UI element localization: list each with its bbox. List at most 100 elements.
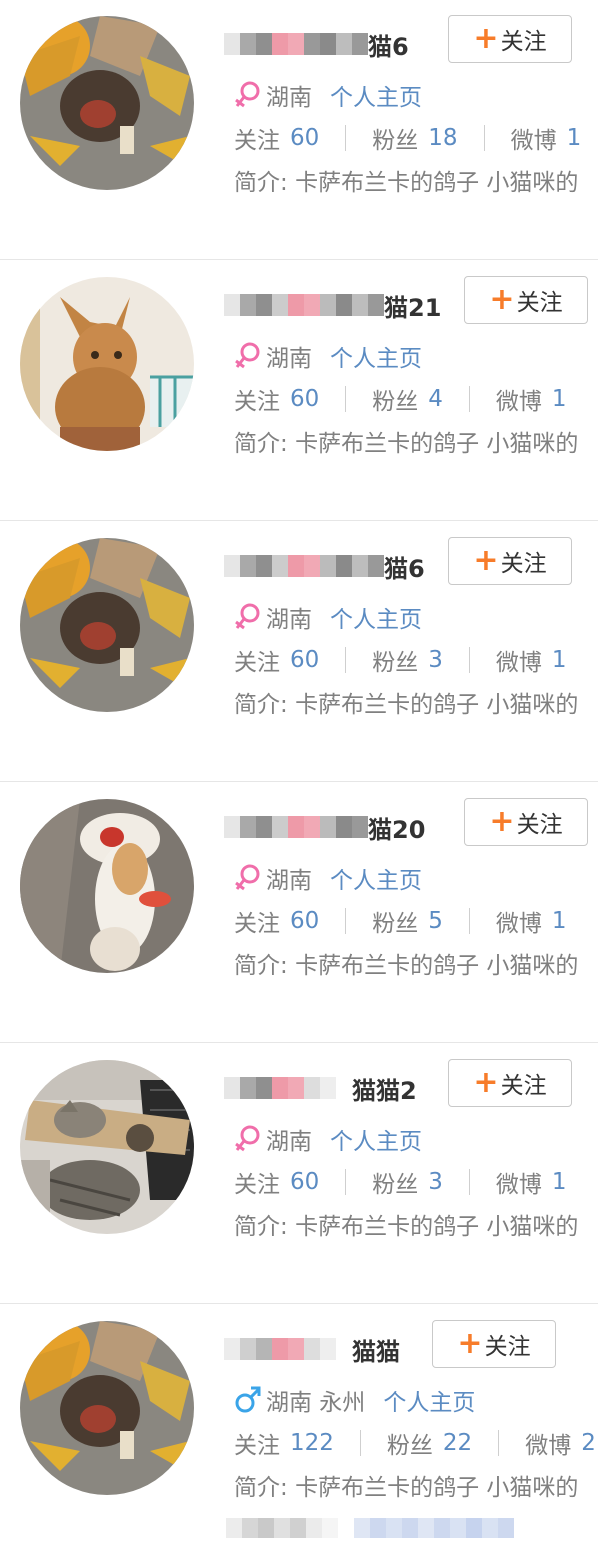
follow-button[interactable]: + 关注 — [448, 537, 572, 585]
weibo-count[interactable]: 2 — [581, 1430, 596, 1456]
stats-row: 关注 60 粉丝 18 微博 1 — [234, 121, 598, 155]
divider — [468, 647, 470, 673]
bio: 简介: 卡萨布兰卡的鸽子 小猫咪的 — [234, 1471, 598, 1505]
followers-count[interactable]: 4 — [428, 386, 443, 412]
follow-button[interactable]: + 关注 — [464, 798, 588, 846]
username[interactable]: 猫21 — [224, 285, 441, 325]
weibo-label: 微博 — [510, 128, 557, 154]
divider — [498, 1430, 500, 1456]
weibo-count[interactable]: 1 — [552, 386, 567, 412]
user-card: 猫猫2 + 关注 湖南 个人主页 关注 60 粉丝 3 微博 1 简介: 卡萨布… — [0, 1044, 598, 1304]
female-icon — [235, 603, 260, 630]
avatar[interactable] — [20, 1321, 194, 1495]
username[interactable]: 猫20 — [224, 807, 425, 847]
location-row: 湖南 个人主页 — [234, 1122, 422, 1156]
username-text: 猫猫2 — [352, 1076, 417, 1105]
avatar[interactable] — [20, 799, 194, 973]
location-row: 湖南 个人主页 — [234, 78, 422, 112]
followers-count[interactable]: 5 — [428, 908, 443, 934]
location: 湖南 — [266, 1129, 312, 1155]
female-icon — [235, 81, 260, 108]
homepage-link[interactable]: 个人主页 — [330, 339, 422, 373]
location-row: 湖南 个人主页 — [234, 861, 422, 895]
divider — [345, 1169, 347, 1195]
homepage-link[interactable]: 个人主页 — [330, 1122, 422, 1156]
weibo-label: 微博 — [495, 1172, 542, 1198]
location: 湖南 — [266, 607, 312, 633]
bio-label: 简介: — [234, 953, 288, 979]
stats-row: 关注 60 粉丝 3 微博 1 — [234, 1165, 598, 1199]
following-count[interactable]: 60 — [290, 386, 319, 412]
bio-text: 卡萨布兰卡的鸽子 小猫咪的 — [295, 170, 579, 196]
male-icon — [235, 1386, 261, 1413]
following-count[interactable]: 60 — [290, 1169, 319, 1195]
following-count[interactable]: 60 — [290, 647, 319, 673]
divider — [468, 1169, 470, 1195]
name-blur — [224, 816, 368, 838]
plus-icon: + — [457, 1326, 483, 1361]
followers-count[interactable]: 18 — [428, 125, 457, 151]
weibo-label: 微博 — [525, 1433, 572, 1459]
divider — [345, 125, 347, 151]
name-blur — [224, 294, 384, 316]
divider — [483, 125, 485, 151]
following-count[interactable]: 122 — [290, 1430, 334, 1456]
user-card: 猫20 + 关注 湖南 个人主页 关注 60 粉丝 5 微博 1 简介: 卡萨布… — [0, 783, 598, 1043]
following-count[interactable]: 60 — [290, 908, 319, 934]
followers-count[interactable]: 3 — [428, 647, 443, 673]
username-text: 猫6 — [384, 554, 425, 583]
follow-button[interactable]: + 关注 — [464, 276, 588, 324]
username[interactable]: 猫6 — [224, 546, 425, 586]
divider — [468, 386, 470, 412]
user-card: 猫6 + 关注 湖南 个人主页 关注 60 粉丝 18 微博 1 简介: 卡萨布… — [0, 0, 598, 260]
bio: 简介: 卡萨布兰卡的鸽子 小猫咪的 — [234, 1210, 598, 1244]
bio-label: 简介: — [234, 431, 288, 457]
bio: 简介: 卡萨布兰卡的鸽子 小猫咪的 — [234, 166, 598, 200]
female-icon — [235, 864, 260, 891]
follow-button[interactable]: + 关注 — [448, 1059, 572, 1107]
avatar[interactable] — [20, 1060, 194, 1234]
homepage-link[interactable]: 个人主页 — [330, 600, 422, 634]
divider — [345, 647, 347, 673]
homepage-link[interactable]: 个人主页 — [330, 861, 422, 895]
stats-row: 关注 122 粉丝 22 微博 2 — [234, 1426, 598, 1460]
following-label: 关注 — [234, 128, 280, 154]
stats-row: 关注 60 粉丝 5 微博 1 — [234, 904, 598, 938]
bio: 简介: 卡萨布兰卡的鸽子 小猫咪的 — [234, 949, 598, 983]
bio-text: 卡萨布兰卡的鸽子 小猫咪的 — [295, 953, 579, 979]
following-label: 关注 — [234, 1433, 280, 1459]
avatar[interactable] — [20, 277, 194, 451]
location-row: 湖南 个人主页 — [234, 600, 422, 634]
bio-text: 卡萨布兰卡的鸽子 小猫咪的 — [295, 1475, 579, 1501]
username[interactable]: 猫猫 — [224, 1329, 400, 1369]
weibo-label: 微博 — [495, 911, 542, 937]
username-text: 猫猫 — [352, 1337, 400, 1366]
follow-button[interactable]: + 关注 — [432, 1320, 556, 1368]
username[interactable]: 猫猫2 — [224, 1068, 417, 1108]
bio-label: 简介: — [234, 692, 288, 718]
female-icon — [235, 1125, 260, 1152]
weibo-count[interactable]: 1 — [567, 125, 582, 151]
homepage-link[interactable]: 个人主页 — [383, 1383, 475, 1417]
followers-count[interactable]: 22 — [443, 1430, 472, 1456]
blurred-footer — [226, 1518, 514, 1540]
avatar[interactable] — [20, 16, 194, 190]
avatar[interactable] — [20, 538, 194, 712]
weibo-count[interactable]: 1 — [552, 1169, 567, 1195]
location-row: 湖南 个人主页 — [234, 339, 422, 373]
user-card: 猫21 + 关注 湖南 个人主页 关注 60 粉丝 4 微博 1 简介: 卡萨布… — [0, 261, 598, 521]
username-text: 猫6 — [368, 32, 409, 61]
bio-label: 简介: — [234, 170, 288, 196]
bio: 简介: 卡萨布兰卡的鸽子 小猫咪的 — [234, 427, 598, 461]
female-icon — [235, 342, 260, 369]
follow-button[interactable]: + 关注 — [448, 15, 572, 63]
homepage-link[interactable]: 个人主页 — [330, 78, 422, 112]
username[interactable]: 猫6 — [224, 24, 409, 64]
following-count[interactable]: 60 — [290, 125, 319, 151]
divider — [359, 1430, 361, 1456]
followers-count[interactable]: 3 — [428, 1169, 443, 1195]
bio-text: 卡萨布兰卡的鸽子 小猫咪的 — [295, 1214, 579, 1240]
weibo-count[interactable]: 1 — [552, 647, 567, 673]
weibo-count[interactable]: 1 — [552, 908, 567, 934]
followers-label: 粉丝 — [372, 1172, 419, 1198]
